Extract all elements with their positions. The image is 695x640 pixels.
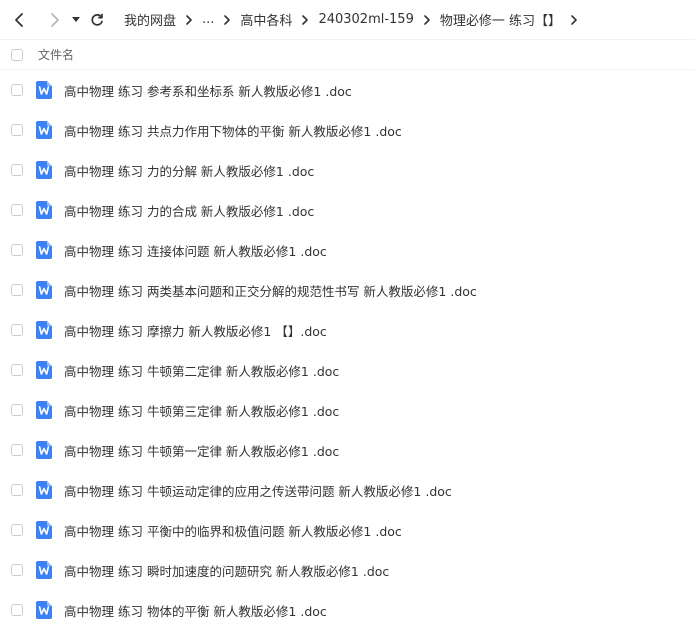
file-name[interactable]: 高中物理 练习 瞬时加速度的问题研究 新人教版必修1 .doc bbox=[64, 561, 389, 580]
refresh-button[interactable] bbox=[84, 7, 110, 33]
word-doc-icon bbox=[36, 81, 52, 99]
file-name[interactable]: 高中物理 练习 参考系和坐标系 新人教版必修1 .doc bbox=[64, 81, 352, 100]
file-name[interactable]: 高中物理 练习 平衡中的临界和极值问题 新人教版必修1 .doc bbox=[64, 521, 402, 540]
breadcrumb-item-folder[interactable]: 240302ml-159 bbox=[318, 12, 413, 27]
file-name[interactable]: 高中物理 练习 牛顿第二定律 新人教版必修1 .doc bbox=[64, 361, 339, 380]
list-header: 文件名 bbox=[0, 40, 695, 70]
breadcrumb-item-current[interactable]: 物理必修一 练习【】 bbox=[440, 10, 561, 29]
file-name[interactable]: 高中物理 练习 力的分解 新人教版必修1 .doc bbox=[64, 161, 314, 180]
file-checkbox[interactable] bbox=[11, 284, 23, 296]
breadcrumb: 我的网盘 ... 高中各科 240302ml-159 物理必修一 练习【】 bbox=[124, 10, 587, 29]
forward-button[interactable] bbox=[42, 7, 68, 33]
file-name[interactable]: 高中物理 练习 摩擦力 新人教版必修1 【】.doc bbox=[64, 321, 327, 340]
forward-arrow-icon bbox=[51, 12, 59, 27]
file-row[interactable]: 高中物理 练习 力的分解 新人教版必修1 .doc bbox=[0, 150, 695, 190]
file-name[interactable]: 高中物理 练习 力的合成 新人教版必修1 .doc bbox=[64, 201, 314, 220]
refresh-icon bbox=[91, 13, 103, 26]
file-list: 高中物理 练习 参考系和坐标系 新人教版必修1 .doc 高中物理 练习 共点力… bbox=[0, 70, 695, 630]
word-doc-icon bbox=[36, 441, 52, 459]
chevron-right-icon bbox=[570, 14, 578, 25]
file-row[interactable]: 高中物理 练习 牛顿第一定律 新人教版必修1 .doc bbox=[0, 430, 695, 470]
word-doc-icon bbox=[36, 321, 52, 339]
file-name[interactable]: 高中物理 练习 共点力作用下物体的平衡 新人教版必修1 .doc bbox=[64, 121, 402, 140]
chevron-right-icon bbox=[185, 14, 193, 25]
history-dropdown-button[interactable] bbox=[68, 7, 84, 33]
file-checkbox[interactable] bbox=[11, 84, 23, 96]
file-name[interactable]: 高中物理 练习 连接体问题 新人教版必修1 .doc bbox=[64, 241, 327, 260]
chevron-right-icon bbox=[223, 14, 231, 25]
file-row[interactable]: 高中物理 练习 牛顿第三定律 新人教版必修1 .doc bbox=[0, 390, 695, 430]
file-name[interactable]: 高中物理 练习 物体的平衡 新人教版必修1 .doc bbox=[64, 601, 327, 620]
word-doc-icon bbox=[36, 201, 52, 219]
word-doc-icon bbox=[36, 561, 52, 579]
file-checkbox[interactable] bbox=[11, 364, 23, 376]
word-doc-icon bbox=[36, 361, 52, 379]
file-checkbox[interactable] bbox=[11, 124, 23, 136]
word-doc-icon bbox=[36, 521, 52, 539]
file-checkbox[interactable] bbox=[11, 484, 23, 496]
file-name[interactable]: 高中物理 练习 两类基本问题和正交分解的规范性书写 新人教版必修1 .doc bbox=[64, 281, 477, 300]
word-doc-icon bbox=[36, 161, 52, 179]
word-doc-icon bbox=[36, 121, 52, 139]
file-checkbox[interactable] bbox=[11, 164, 23, 176]
select-all-checkbox[interactable] bbox=[11, 48, 23, 61]
toolbar: 我的网盘 ... 高中各科 240302ml-159 物理必修一 练习【】 bbox=[0, 0, 695, 40]
file-row[interactable]: 高中物理 练习 力的合成 新人教版必修1 .doc bbox=[0, 190, 695, 230]
breadcrumb-item-subjects[interactable]: 高中各科 bbox=[240, 10, 292, 29]
file-row[interactable]: 高中物理 练习 共点力作用下物体的平衡 新人教版必修1 .doc bbox=[0, 110, 695, 150]
file-checkbox[interactable] bbox=[11, 524, 23, 536]
back-button[interactable] bbox=[6, 7, 32, 33]
file-row[interactable]: 高中物理 练习 连接体问题 新人教版必修1 .doc bbox=[0, 230, 695, 270]
file-row[interactable]: 高中物理 练习 摩擦力 新人教版必修1 【】.doc bbox=[0, 310, 695, 350]
file-checkbox[interactable] bbox=[11, 404, 23, 416]
file-name[interactable]: 高中物理 练习 牛顿运动定律的应用之传送带问题 新人教版必修1 .doc bbox=[64, 481, 452, 500]
file-checkbox[interactable] bbox=[11, 604, 23, 616]
word-doc-icon bbox=[36, 241, 52, 259]
back-arrow-icon bbox=[15, 12, 23, 27]
file-checkbox[interactable] bbox=[11, 244, 23, 256]
chevron-right-icon bbox=[301, 14, 309, 25]
file-row[interactable]: 高中物理 练习 瞬时加速度的问题研究 新人教版必修1 .doc bbox=[0, 550, 695, 590]
dropdown-caret-icon bbox=[72, 16, 80, 22]
word-doc-icon bbox=[36, 481, 52, 499]
file-row[interactable]: 高中物理 练习 两类基本问题和正交分解的规范性书写 新人教版必修1 .doc bbox=[0, 270, 695, 310]
file-checkbox[interactable] bbox=[11, 324, 23, 336]
file-row[interactable]: 高中物理 练习 物体的平衡 新人教版必修1 .doc bbox=[0, 590, 695, 630]
file-row[interactable]: 高中物理 练习 牛顿运动定律的应用之传送带问题 新人教版必修1 .doc bbox=[0, 470, 695, 510]
file-checkbox[interactable] bbox=[11, 564, 23, 576]
word-doc-icon bbox=[36, 281, 52, 299]
file-name[interactable]: 高中物理 练习 牛顿第一定律 新人教版必修1 .doc bbox=[64, 441, 339, 460]
file-row[interactable]: 高中物理 练习 牛顿第二定律 新人教版必修1 .doc bbox=[0, 350, 695, 390]
word-doc-icon bbox=[36, 401, 52, 419]
file-checkbox[interactable] bbox=[11, 204, 23, 216]
file-row[interactable]: 高中物理 练习 平衡中的临界和极值问题 新人教版必修1 .doc bbox=[0, 510, 695, 550]
word-doc-icon bbox=[36, 601, 52, 619]
column-header-name[interactable]: 文件名 bbox=[38, 46, 74, 63]
breadcrumb-item-ellipsis[interactable]: ... bbox=[202, 12, 214, 27]
file-checkbox[interactable] bbox=[11, 444, 23, 456]
breadcrumb-item-my-drive[interactable]: 我的网盘 bbox=[124, 10, 176, 29]
chevron-right-icon bbox=[423, 14, 431, 25]
file-row[interactable]: 高中物理 练习 参考系和坐标系 新人教版必修1 .doc bbox=[0, 70, 695, 110]
file-name[interactable]: 高中物理 练习 牛顿第三定律 新人教版必修1 .doc bbox=[64, 401, 339, 420]
